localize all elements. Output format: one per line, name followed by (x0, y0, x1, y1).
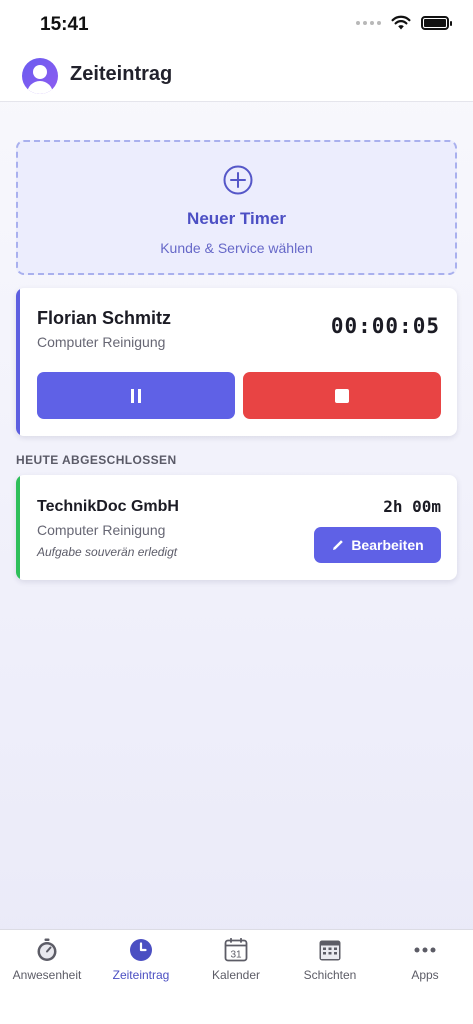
new-timer-title: Neuer Timer (187, 209, 286, 228)
page-title: Zeiteintrag (70, 63, 173, 85)
tab-anwesenheit[interactable]: Anwesenheit (0, 930, 94, 990)
stop-icon (335, 388, 349, 403)
tab-label: Schichten (303, 968, 357, 982)
new-timer-subtitle: Kunde & Service wählen (160, 240, 313, 256)
status-time: 15:41 (40, 14, 89, 35)
add-circle-icon (223, 165, 253, 195)
battery-icon (421, 15, 452, 30)
edit-button[interactable]: Bearbeiten (314, 527, 441, 563)
app-header: Zeiteintrag (0, 50, 473, 102)
section-heading-completed: HEUTE ABGESCHLOSSEN (16, 453, 177, 467)
entry-duration: 2h 00m (383, 497, 441, 516)
tab-zeiteintrag[interactable]: Zeiteintrag (94, 930, 188, 990)
cellular-signal-icon (356, 20, 381, 25)
tab-label: Anwesenheit (12, 968, 82, 982)
tab-schichten[interactable]: Schichten (283, 930, 377, 990)
tab-kalender[interactable]: 31 Kalender (189, 930, 283, 990)
service-name: Computer Reinigung (37, 334, 166, 350)
new-timer-button[interactable]: Neuer Timer Kunde & Service wählen (16, 140, 457, 275)
tab-apps[interactable]: Apps (378, 930, 472, 990)
calendar-day: 31 (230, 950, 242, 961)
client-name: Florian Schmitz (37, 308, 172, 328)
completed-entry-card: TechnikDoc GmbH Computer Reinigung Aufga… (16, 475, 457, 580)
tab-label: Kalender (211, 968, 261, 982)
wifi-icon (391, 15, 411, 30)
pause-button[interactable] (37, 372, 235, 419)
stopwatch-icon (37, 938, 57, 961)
card-accent (16, 288, 20, 436)
more-icon (414, 947, 436, 953)
active-timer-card: Florian Schmitz Computer Reinigung 00:00… (16, 288, 457, 436)
pause-icon (131, 388, 141, 403)
entry-note: Aufgabe souverän erledigt (37, 545, 178, 559)
elapsed-time: 00:00:05 (330, 314, 440, 338)
clock-icon (130, 939, 152, 961)
avatar[interactable] (22, 58, 58, 94)
status-icons (356, 15, 452, 30)
stop-button[interactable] (243, 372, 441, 419)
edit-button-label: Bearbeiten (351, 537, 424, 553)
tab-label: Zeiteintrag (112, 968, 170, 982)
status-bar: 15:41 (0, 0, 473, 50)
client-name: TechnikDoc GmbH (37, 498, 179, 515)
pencil-icon (333, 540, 344, 550)
tab-bar: Anwesenheit Zeiteintrag 31 Kalender Schi… (0, 929, 473, 1024)
calendar-icon: 31 (224, 938, 248, 962)
tab-label: Apps (411, 968, 439, 982)
card-accent (16, 475, 20, 580)
service-name: Computer Reinigung (37, 522, 166, 538)
schedule-grid-icon (319, 940, 341, 961)
